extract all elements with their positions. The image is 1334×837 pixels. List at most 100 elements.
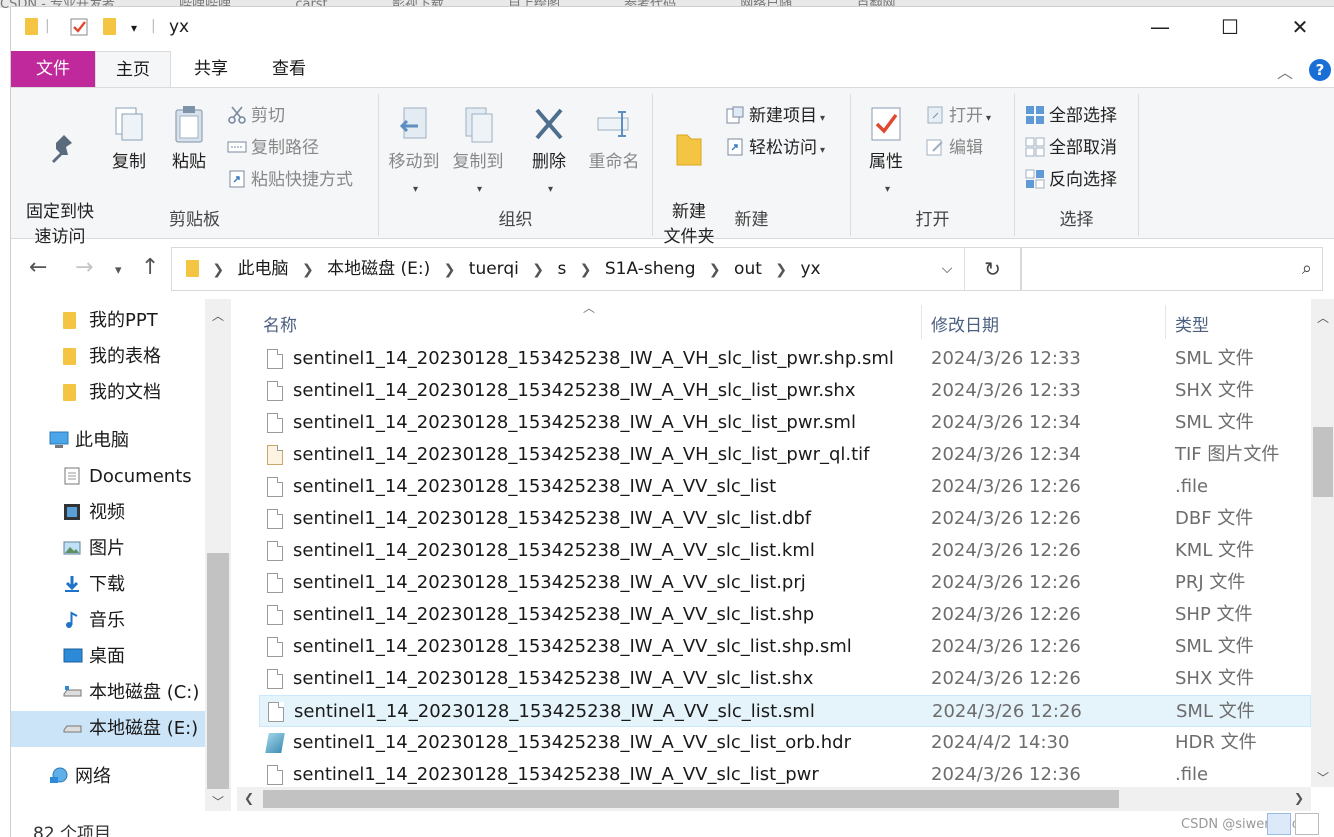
nav-item-my-spreadsheets[interactable]: 我的表格 (63, 341, 161, 373)
column-divider[interactable] (1165, 305, 1166, 339)
video-icon (63, 500, 81, 520)
breadcrumb-item[interactable]: s (557, 259, 566, 279)
address-history-dropdown-icon[interactable]: ⌵ (930, 248, 964, 290)
breadcrumb-item[interactable]: 本地磁盘 (E:) (327, 259, 430, 279)
recent-locations-icon[interactable]: ▾ (115, 263, 122, 278)
nav-item-my-ppt[interactable]: 我的PPT (63, 305, 158, 337)
nav-item-desktop[interactable]: 桌面 (63, 641, 125, 673)
table-row[interactable]: sentinel1_14_20230128_153425238_IW_A_VV_… (259, 727, 1311, 759)
nav-item-drive-e[interactable]: 本地磁盘 (E:) (11, 711, 205, 747)
properties-button[interactable]: 属性 ▾ (861, 98, 911, 202)
table-row[interactable]: sentinel1_14_20230128_153425238_IW_A_VV_… (259, 535, 1311, 567)
tab-home[interactable]: 主页 (95, 51, 171, 87)
select-none-button[interactable]: 全部取消 (1025, 134, 1117, 162)
chevron-right-icon[interactable]: ❯ (444, 262, 456, 278)
column-divider[interactable] (921, 305, 922, 339)
nav-item-videos[interactable]: 视频 (63, 497, 125, 529)
new-folder-quick-icon[interactable] (103, 18, 116, 39)
nav-item-network[interactable]: 网络 (49, 761, 111, 793)
scroll-down-icon[interactable]: ﹀ (205, 793, 231, 810)
easy-access-button[interactable]: 轻松访问 ▾ (725, 134, 825, 162)
nav-item-downloads[interactable]: 下载 (63, 569, 125, 601)
nav-scrollbar[interactable]: ︿ ﹀ (205, 299, 231, 811)
properties-quick-icon[interactable] (69, 17, 89, 41)
table-row[interactable]: sentinel1_14_20230128_153425238_IW_A_VV_… (259, 663, 1311, 695)
edit-button[interactable]: 编辑 (925, 134, 983, 162)
search-input[interactable] (1022, 248, 1282, 288)
move-to-button[interactable]: 移动到 ▾ (385, 98, 443, 202)
file-name: sentinel1_14_20230128_153425238_IW_A_VV_… (293, 668, 814, 689)
delete-button[interactable]: 删除 ▾ (527, 98, 571, 202)
column-header-date[interactable]: 修改日期 (931, 311, 999, 336)
column-header-name[interactable]: 名称 (263, 311, 297, 336)
breadcrumb-item[interactable]: tuerqi (469, 259, 519, 279)
scroll-right-icon[interactable]: ❯ (1287, 791, 1311, 805)
back-arrow-icon[interactable]: ← (29, 255, 47, 280)
table-row[interactable]: sentinel1_14_20230128_153425238_IW_A_VH_… (259, 375, 1311, 407)
list-vertical-scrollbar[interactable]: ︿ ﹀ (1311, 299, 1334, 787)
table-row[interactable]: sentinel1_14_20230128_153425238_IW_A_VV_… (259, 471, 1311, 503)
chevron-right-icon[interactable]: ❯ (302, 262, 314, 278)
collapse-ribbon-icon[interactable]: ︿ (1277, 59, 1293, 83)
address-bar[interactable]: ❯ 此电脑 ❯ 本地磁盘 (E:) ❯ tuerqi ❯ s ❯ S1A-she… (171, 247, 1021, 291)
list-horizontal-scrollbar[interactable]: ❮ ❯ (237, 787, 1311, 811)
breadcrumb-item[interactable]: 此电脑 (238, 259, 289, 279)
minimize-button[interactable]: — (1125, 7, 1195, 47)
select-all-button[interactable]: 全部选择 (1025, 102, 1117, 130)
chevron-right-icon[interactable]: ❯ (212, 262, 224, 278)
table-row[interactable]: sentinel1_14_20230128_153425238_IW_A_VV_… (259, 503, 1311, 535)
file-type: .file (1175, 476, 1209, 497)
scroll-thumb[interactable] (207, 553, 229, 789)
copy-path-button[interactable]: 复制路径 (227, 134, 319, 162)
nav-item-music[interactable]: 音乐 (63, 605, 125, 637)
details-view-button[interactable] (1267, 813, 1291, 835)
forward-arrow-icon[interactable]: → (75, 255, 93, 280)
copy-button[interactable]: 复制 (107, 98, 151, 175)
scroll-left-icon[interactable]: ❮ (237, 791, 261, 805)
cut-button[interactable]: 剪切 (227, 102, 285, 130)
table-row[interactable]: sentinel1_14_20230128_153425238_IW_A_VH_… (259, 439, 1311, 471)
help-icon[interactable]: ? (1309, 59, 1331, 81)
table-row[interactable]: sentinel1_14_20230128_153425238_IW_A_VH_… (259, 407, 1311, 439)
tab-share[interactable]: 共享 (181, 51, 241, 87)
table-row[interactable]: sentinel1_14_20230128_153425238_IW_A_VV_… (259, 631, 1311, 663)
customize-toolbar-icon[interactable]: ▾ (131, 21, 137, 35)
breadcrumb-item[interactable]: S1A-sheng (605, 259, 696, 279)
column-header-type[interactable]: 类型 (1175, 311, 1209, 336)
invert-selection-button[interactable]: 反向选择 (1025, 166, 1117, 194)
large-icons-view-button[interactable] (1295, 813, 1319, 835)
table-row[interactable]: sentinel1_14_20230128_153425238_IW_A_VV_… (259, 599, 1311, 631)
nav-item-pictures[interactable]: 图片 (63, 533, 125, 565)
new-item-button[interactable]: 新建项目 ▾ (725, 102, 825, 130)
up-arrow-icon[interactable]: ↑ (141, 255, 159, 280)
table-row[interactable]: sentinel1_14_20230128_153425238_IW_A_VH_… (259, 343, 1311, 375)
paste-button[interactable]: 粘贴 (167, 98, 211, 175)
nav-item-drive-c[interactable]: 本地磁盘 (C:) (63, 677, 199, 709)
maximize-button[interactable]: ☐ (1195, 7, 1265, 47)
scroll-thumb[interactable] (1313, 427, 1333, 497)
nav-item-this-pc[interactable]: 此电脑 (49, 425, 129, 457)
chevron-right-icon[interactable]: ❯ (709, 262, 721, 278)
chevron-right-icon[interactable]: ❯ (580, 262, 592, 278)
nav-item-documents[interactable]: Documents (63, 461, 192, 493)
chevron-right-icon[interactable]: ❯ (532, 262, 544, 278)
scroll-down-icon[interactable]: ﹀ (1311, 769, 1334, 786)
close-button[interactable]: ✕ (1265, 7, 1334, 47)
copy-to-button[interactable]: 复制到 ▾ (449, 98, 507, 202)
rename-button[interactable]: 重命名 (585, 98, 643, 175)
table-row[interactable]: sentinel1_14_20230128_153425238_IW_A_VV_… (259, 567, 1311, 599)
search-icon[interactable]: ⌕ (1302, 258, 1312, 279)
refresh-icon[interactable]: ↻ (964, 248, 1020, 290)
table-row[interactable]: sentinel1_14_20230128_153425238_IW_A_VV_… (259, 695, 1311, 727)
scroll-thumb[interactable] (263, 790, 1119, 808)
chevron-right-icon[interactable]: ❯ (775, 262, 787, 278)
tab-view[interactable]: 查看 (259, 51, 319, 87)
scroll-up-icon[interactable]: ︿ (205, 307, 231, 324)
breadcrumb-item[interactable]: yx (800, 259, 820, 279)
paste-shortcut-button[interactable]: 粘贴快捷方式 (227, 166, 353, 194)
breadcrumb-item[interactable]: out (734, 259, 762, 279)
nav-item-my-documents[interactable]: 我的文档 (63, 377, 161, 409)
open-button[interactable]: 打开 ▾ (925, 102, 991, 130)
scroll-up-icon[interactable]: ︿ (1311, 309, 1334, 326)
tab-file[interactable]: 文件 (11, 51, 95, 87)
